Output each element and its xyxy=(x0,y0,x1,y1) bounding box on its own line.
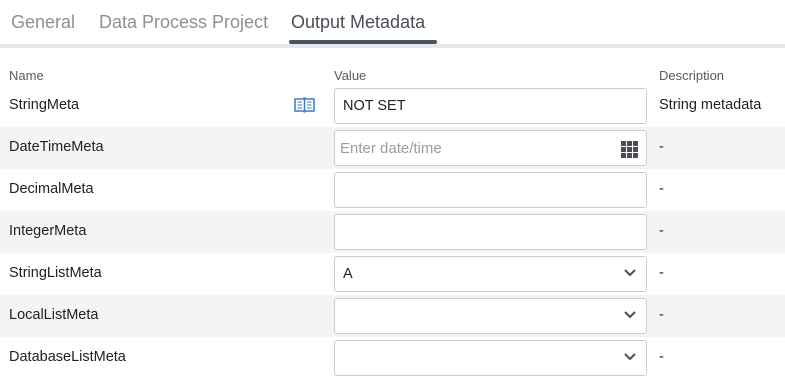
metadata-row-locallistmeta: LocalListMeta - xyxy=(0,295,785,337)
chevron-down-icon[interactable] xyxy=(623,310,637,320)
row-description: - xyxy=(659,349,664,365)
chevron-down-icon[interactable] xyxy=(623,352,637,362)
metadata-row-stringmeta: StringMeta NOT SET String metadata xyxy=(0,85,785,127)
locallistmeta-select[interactable] xyxy=(334,298,647,334)
metadata-row-datetimemeta: DateTimeMeta Enter date/time - xyxy=(0,127,785,169)
row-description: - xyxy=(659,223,664,239)
row-description: - xyxy=(659,307,664,323)
tab-general[interactable]: General xyxy=(9,12,77,33)
field-placeholder: Enter date/time xyxy=(340,140,442,157)
metadata-row-databaselistmeta: DatabaseListMeta - xyxy=(0,337,785,379)
row-description: - xyxy=(659,181,664,197)
integermeta-input[interactable] xyxy=(334,214,647,250)
column-header-description: Description xyxy=(659,68,725,83)
metadata-row-stringlistmeta: StringListMeta A - xyxy=(0,253,785,295)
row-name: IntegerMeta xyxy=(9,223,87,239)
tab-output-metadata[interactable]: Output Metadata xyxy=(289,12,427,33)
field-value: NOT SET xyxy=(343,98,406,114)
chevron-down-icon[interactable] xyxy=(623,268,637,278)
row-description: String metadata xyxy=(659,97,762,113)
databaselistmeta-select[interactable] xyxy=(334,340,647,376)
column-header-name: Name xyxy=(9,68,44,83)
decimalmeta-input[interactable] xyxy=(334,172,647,208)
tab-data-process-project[interactable]: Data Process Project xyxy=(97,12,270,33)
book-icon[interactable] xyxy=(294,97,315,113)
tab-bar: General Data Process Project Output Meta… xyxy=(0,0,785,48)
row-name: DateTimeMeta xyxy=(9,139,104,155)
row-name: LocalListMeta xyxy=(9,307,99,323)
row-name: DatabaseListMeta xyxy=(9,349,126,365)
row-name: StringListMeta xyxy=(9,265,102,281)
metadata-row-integermeta: IntegerMeta - xyxy=(0,211,785,253)
row-name: StringMeta xyxy=(9,97,80,113)
column-header-value: Value xyxy=(334,68,367,83)
metadata-row-decimalmeta: DecimalMeta - xyxy=(0,169,785,211)
grid-calendar-icon[interactable] xyxy=(621,141,638,158)
stringmeta-input[interactable]: NOT SET xyxy=(334,88,647,124)
row-description: - xyxy=(659,265,664,281)
active-tab-indicator xyxy=(289,40,437,44)
selected-value: A xyxy=(343,266,353,282)
row-name: DecimalMeta xyxy=(9,181,94,197)
datetimemeta-input[interactable]: Enter date/time xyxy=(334,130,647,166)
row-description: - xyxy=(659,139,664,155)
stringlistmeta-select[interactable]: A xyxy=(334,256,647,292)
